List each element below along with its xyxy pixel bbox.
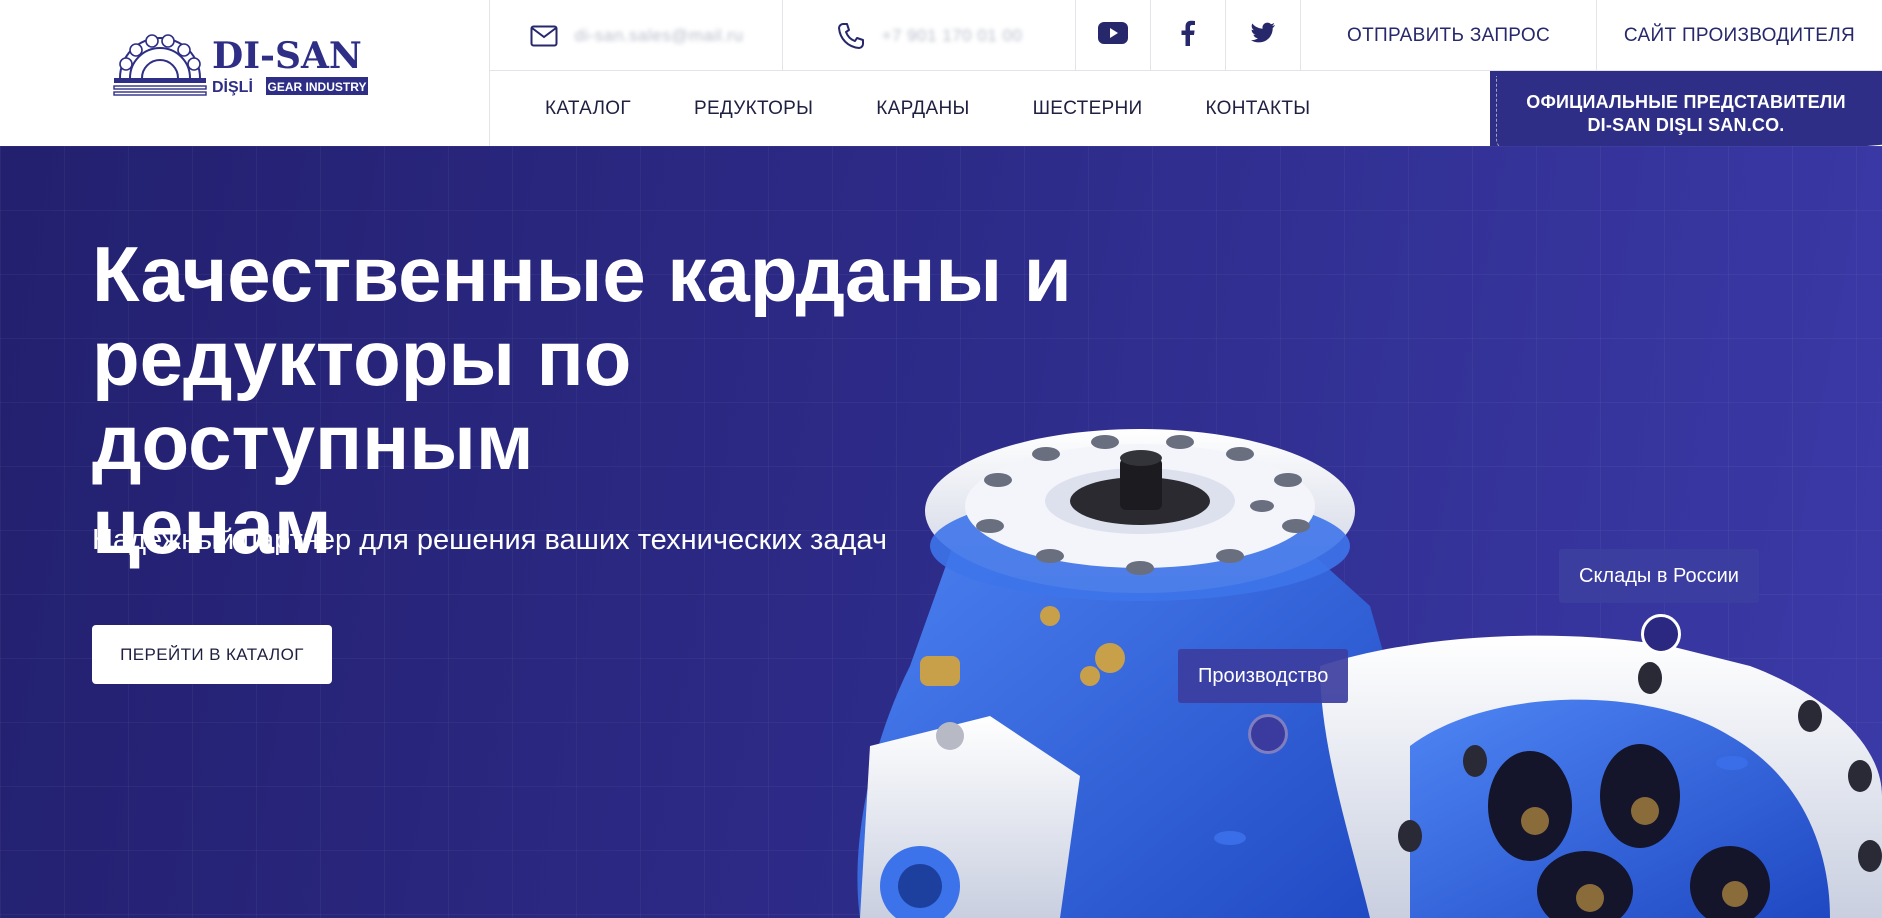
badge-line-1: ОФИЦИАЛЬНЫЕ ПРЕДСТАВИТЕЛИ <box>1526 92 1846 112</box>
brand-sub-left: DİŞLİ <box>212 78 253 96</box>
nav-item-gears[interactable]: ШЕСТЕРНИ <box>1033 98 1143 120</box>
phone-contact[interactable]: +7 901 170 01 00 <box>783 0 1076 71</box>
mail-icon <box>529 21 559 51</box>
youtube-icon <box>1098 22 1128 49</box>
badge-line-2: DI-SAN DIŞLI SAN.CO. <box>1587 115 1785 135</box>
nav-item-cardans[interactable]: КАРДАНЫ <box>876 98 969 120</box>
facebook-link[interactable] <box>1151 0 1226 71</box>
nav-item-catalog[interactable]: КАТАЛОГ <box>545 98 631 120</box>
send-request-link[interactable]: ОТПРАВИТЬ ЗАПРОС <box>1301 0 1597 71</box>
main-nav: КАТАЛОГ РЕДУКТОРЫ КАРДАНЫ ШЕСТЕРНИ КОНТА… <box>490 71 1490 146</box>
gearbox-illustration <box>857 429 1882 918</box>
send-request-label[interactable]: ОТПРАВИТЬ ЗАПРОС <box>1347 25 1550 47</box>
twitter-link[interactable] <box>1226 0 1301 71</box>
phone-icon <box>836 21 866 51</box>
brand-sub-right: GEAR INDUSTRY <box>268 80 367 94</box>
nav-item-reducers[interactable]: РЕДУКТОРЫ <box>694 98 813 120</box>
hotspot-label-warehouses[interactable]: Склады в России <box>1559 549 1759 603</box>
email-text[interactable]: di-san.sales@mail.ru <box>575 26 744 46</box>
hero-subtitle: Надежный партнер для решения ваших техни… <box>92 524 887 556</box>
top-bar: di-san.sales@mail.ru +7 901 170 01 00 ОТ… <box>490 0 1882 71</box>
hotspot-dot-production[interactable] <box>1248 714 1288 754</box>
facebook-icon <box>1180 20 1196 51</box>
hotspot-label-production[interactable]: Производство <box>1178 649 1349 703</box>
phone-text[interactable]: +7 901 170 01 00 <box>882 26 1023 46</box>
manufacturer-site-label[interactable]: САЙТ ПРОИЗВОДИТЕЛЯ <box>1624 25 1855 47</box>
brand-logo[interactable]: DI-SAN DİŞLİ GEAR INDUSTRY <box>112 34 372 104</box>
site-header: DI-SAN DİŞLİ GEAR INDUSTRY di-san.sales@… <box>0 0 1882 161</box>
hero-title-line-1: Качественные карданы и <box>92 230 1072 318</box>
badge-text: ОФИЦИАЛЬНЫЕ ПРЕДСТАВИТЕЛИ DI-SAN DIŞLI S… <box>1490 91 1882 137</box>
logo-area: DI-SAN DİŞLİ GEAR INDUSTRY <box>0 0 490 146</box>
hotspot-dot-warehouses[interactable] <box>1641 614 1681 654</box>
nav-item-contacts[interactable]: КОНТАКТЫ <box>1206 98 1311 120</box>
twitter-icon <box>1250 22 1276 49</box>
brand-name: DI-SAN <box>212 35 362 77</box>
go-to-catalog-button[interactable]: ПЕРЕЙТИ В КАТАЛОГ <box>92 625 332 684</box>
email-contact[interactable]: di-san.sales@mail.ru <box>490 0 783 71</box>
hero-section: Качественные карданы и редукторы по дост… <box>0 146 1882 918</box>
gear-logo-icon: DI-SAN DİŞLİ GEAR INDUSTRY <box>113 34 368 96</box>
manufacturer-site-link[interactable]: САЙТ ПРОИЗВОДИТЕЛЯ <box>1597 0 1882 71</box>
youtube-link[interactable] <box>1076 0 1151 71</box>
